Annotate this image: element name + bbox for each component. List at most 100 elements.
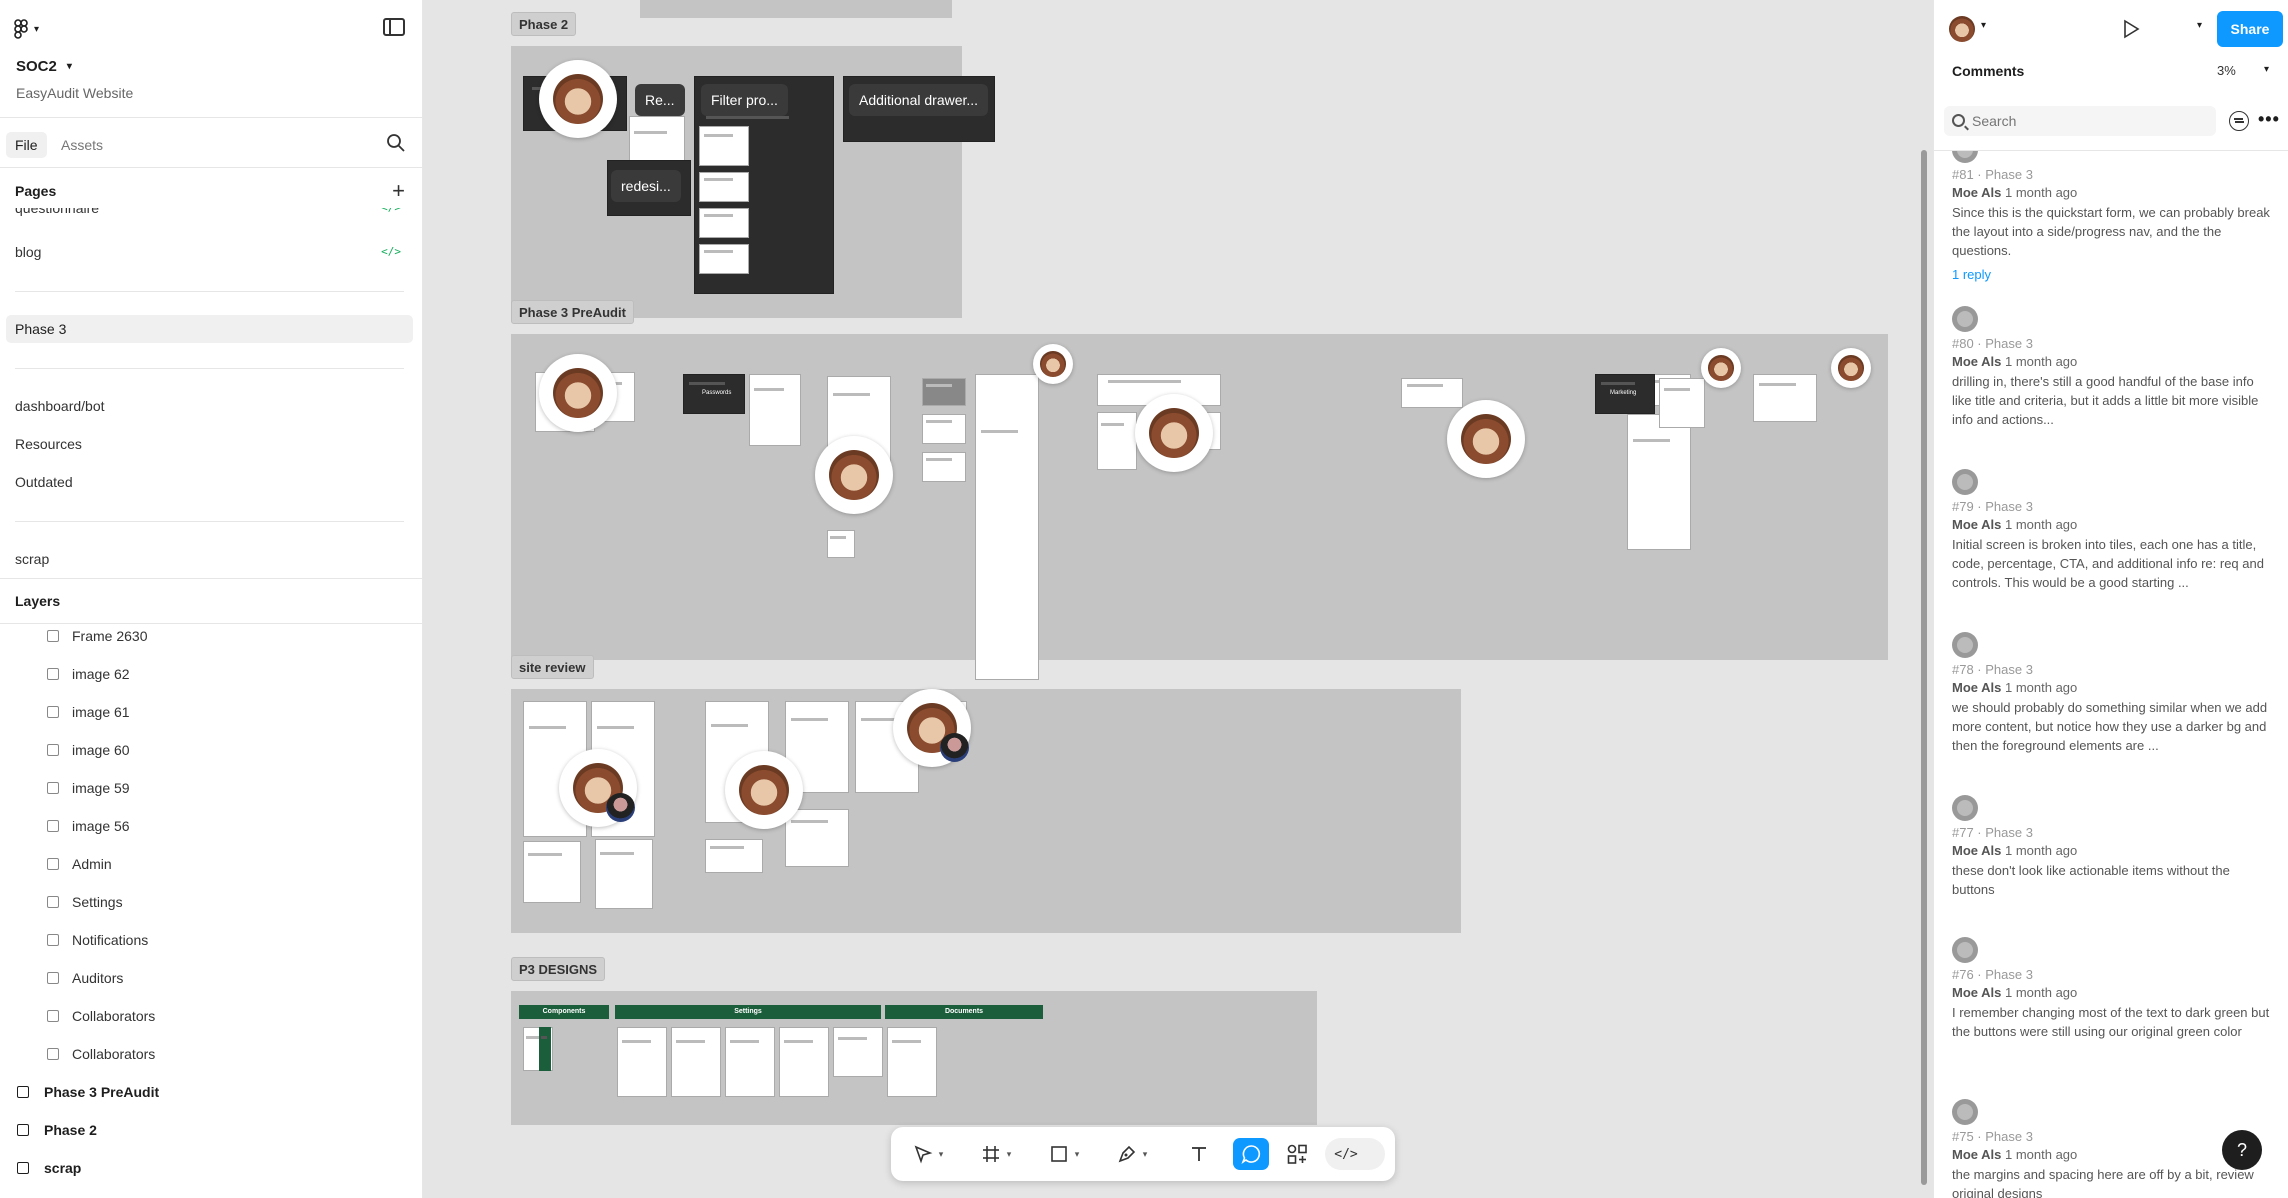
comment-pin-avatar[interactable] [893, 689, 971, 767]
layer-row-section[interactable]: Phase 2 [0, 1115, 423, 1145]
page-item-phase-3[interactable]: Phase 3 [6, 315, 413, 343]
text-tool-button[interactable] [1183, 1138, 1215, 1170]
frame-thumbnail[interactable] [1097, 412, 1137, 470]
main-menu-button[interactable]: ▾ [14, 16, 39, 42]
canvas-scrollbar[interactable] [1921, 150, 1927, 1185]
design-canvas[interactable]: Phase 2 Re... Filter pro... redesi... Ad… [423, 0, 1933, 1198]
frame-thumbnail[interactable] [887, 1027, 937, 1097]
frame-thumbnail[interactable] [699, 172, 749, 202]
frame-tool-button[interactable]: ▾ [973, 1138, 1019, 1170]
more-options-icon[interactable]: ••• [2258, 110, 2280, 128]
tab-assets[interactable]: Assets [52, 132, 112, 158]
layer-row-section[interactable]: Phase 3 PreAudit [0, 1077, 423, 1107]
frame-thumbnail[interactable]: Marketing [1595, 374, 1655, 414]
chevron-down-icon[interactable]: ▾ [1981, 20, 1986, 31]
actions-button[interactable] [1279, 1138, 1315, 1170]
section-label-phase-2[interactable]: Phase 2 [511, 12, 577, 36]
comment-pin-avatar[interactable] [1135, 394, 1213, 472]
chevron-down-icon[interactable]: ▾ [2197, 20, 2202, 31]
layer-row[interactable]: image 61 [0, 697, 423, 727]
frame-thumbnail[interactable] [1753, 374, 1817, 422]
section-phase-2[interactable]: Re... Filter pro... redesi... Additional… [511, 46, 995, 318]
comment-search-input[interactable] [1972, 111, 2202, 131]
project-name[interactable]: EasyAudit Website [16, 85, 133, 101]
frame-thumbnail[interactable] [833, 1027, 883, 1077]
comment-item[interactable]: #79 · Phase 3 Moe Als 1 month ago Initia… [1952, 469, 2272, 599]
layer-row[interactable]: Settings [0, 887, 423, 917]
layer-row[interactable]: image 62 [0, 659, 423, 689]
comment-pin-avatar[interactable] [725, 751, 803, 829]
comment-pin-avatar[interactable] [1701, 348, 1741, 388]
frame-thumbnail[interactable] [705, 839, 763, 873]
comment-pin-avatar[interactable] [1831, 348, 1871, 388]
section-p3-designs[interactable]: Components Settings Documents [511, 991, 1317, 1125]
page-item-dashboard-bot[interactable]: dashboard/bot [6, 392, 413, 420]
comment-pin-avatar[interactable] [1447, 400, 1525, 478]
comment-item[interactable]: #78 · Phase 3 Moe Als 1 month ago we sho… [1952, 632, 2272, 762]
frame-thumbnail[interactable] [671, 1027, 721, 1097]
dev-mode-toggle[interactable]: </> [1325, 1138, 1385, 1170]
layer-row[interactable]: image 59 [0, 773, 423, 803]
layer-row-section[interactable]: scrap [0, 1153, 423, 1183]
page-item-resources[interactable]: Resources [6, 430, 413, 458]
frame-thumbnail[interactable] [699, 208, 749, 238]
frame-thumbnail[interactable] [922, 452, 966, 482]
frame-thumbnail[interactable] [779, 1027, 829, 1097]
sidebar-toggle-icon[interactable] [383, 18, 405, 36]
frame-thumbnail[interactable] [699, 244, 749, 274]
frame-thumbnail[interactable] [922, 414, 966, 444]
comment-pin-avatar[interactable] [1033, 344, 1073, 384]
layer-row[interactable]: Notifications [0, 925, 423, 955]
move-tool-button[interactable]: ▾ [905, 1138, 951, 1170]
layer-row[interactable]: Collaborators [0, 1001, 423, 1031]
comment-item[interactable]: #77 · Phase 3 Moe Als 1 month ago these … [1952, 795, 2272, 915]
section-site-review[interactable] [511, 689, 1461, 933]
section-label-site-review[interactable]: site review [511, 655, 594, 679]
page-item-scrap[interactable]: scrap [6, 545, 413, 573]
comment-pin-avatar[interactable] [539, 60, 617, 138]
frame-thumbnail[interactable] [1659, 378, 1705, 428]
frame-thumbnail[interactable] [1627, 414, 1691, 550]
section-label-phase-3-preaudit[interactable]: Phase 3 PreAudit [511, 300, 634, 324]
filter-icon[interactable] [2229, 111, 2249, 131]
layer-row[interactable]: Auditors [0, 963, 423, 993]
layer-row[interactable]: Frame 2630 [0, 624, 423, 651]
comment-search[interactable] [1944, 106, 2216, 136]
comment-pin-avatar[interactable] [539, 354, 617, 432]
layer-row[interactable]: image 56 [0, 811, 423, 841]
reply-link[interactable]: 1 reply [1952, 267, 1991, 282]
section-label-p3-designs[interactable]: P3 DESIGNS [511, 957, 606, 981]
frame-thumbnail[interactable] [595, 839, 653, 909]
layer-row[interactable]: Admin [0, 849, 423, 879]
file-name[interactable]: SOC2 ▾ [16, 58, 72, 75]
page-item-outdated[interactable]: Outdated [6, 468, 413, 496]
play-icon[interactable] [2121, 19, 2141, 39]
frame-thumbnail[interactable] [617, 1027, 667, 1097]
frame-thumbnail[interactable] [1401, 378, 1463, 408]
frame-thumbnail[interactable] [785, 809, 849, 867]
frame-thumbnail[interactable] [699, 126, 749, 166]
add-page-icon[interactable]: + [392, 180, 405, 202]
frame-thumbnail[interactable] [922, 378, 966, 406]
comment-item[interactable]: #80 · Phase 3 Moe Als 1 month ago drilli… [1952, 306, 2272, 436]
frame-thumbnail[interactable] [749, 374, 801, 446]
page-item-blog[interactable]: blog </> [6, 238, 413, 266]
share-button[interactable]: Share [2217, 11, 2283, 47]
search-icon[interactable] [385, 132, 407, 154]
comment-item[interactable]: #81 · Phase 3 Moe Als 1 month ago Since … [1952, 151, 2272, 282]
pen-tool-button[interactable]: ▾ [1109, 1138, 1155, 1170]
frame-thumbnail[interactable]: Passwords [683, 374, 745, 414]
user-avatar[interactable] [1949, 16, 1975, 42]
comment-pin-avatar[interactable] [815, 436, 893, 514]
help-button[interactable]: ? [2222, 1130, 2262, 1170]
section-phase-3-preaudit[interactable]: Passwords Marketing [511, 334, 1888, 680]
frame-thumbnail[interactable] [827, 530, 855, 558]
tab-file[interactable]: File [6, 132, 47, 158]
chevron-down-icon[interactable]: ▾ [2264, 64, 2269, 75]
comment-tool-button[interactable] [1233, 1138, 1269, 1170]
comment-item[interactable]: #76 · Phase 3 Moe Als 1 month ago I reme… [1952, 937, 2272, 1067]
frame-thumbnail[interactable] [975, 374, 1039, 680]
shape-tool-button[interactable]: ▾ [1041, 1138, 1087, 1170]
layer-row[interactable]: Collaborators [0, 1039, 423, 1069]
comment-pin-avatar[interactable] [559, 749, 637, 827]
